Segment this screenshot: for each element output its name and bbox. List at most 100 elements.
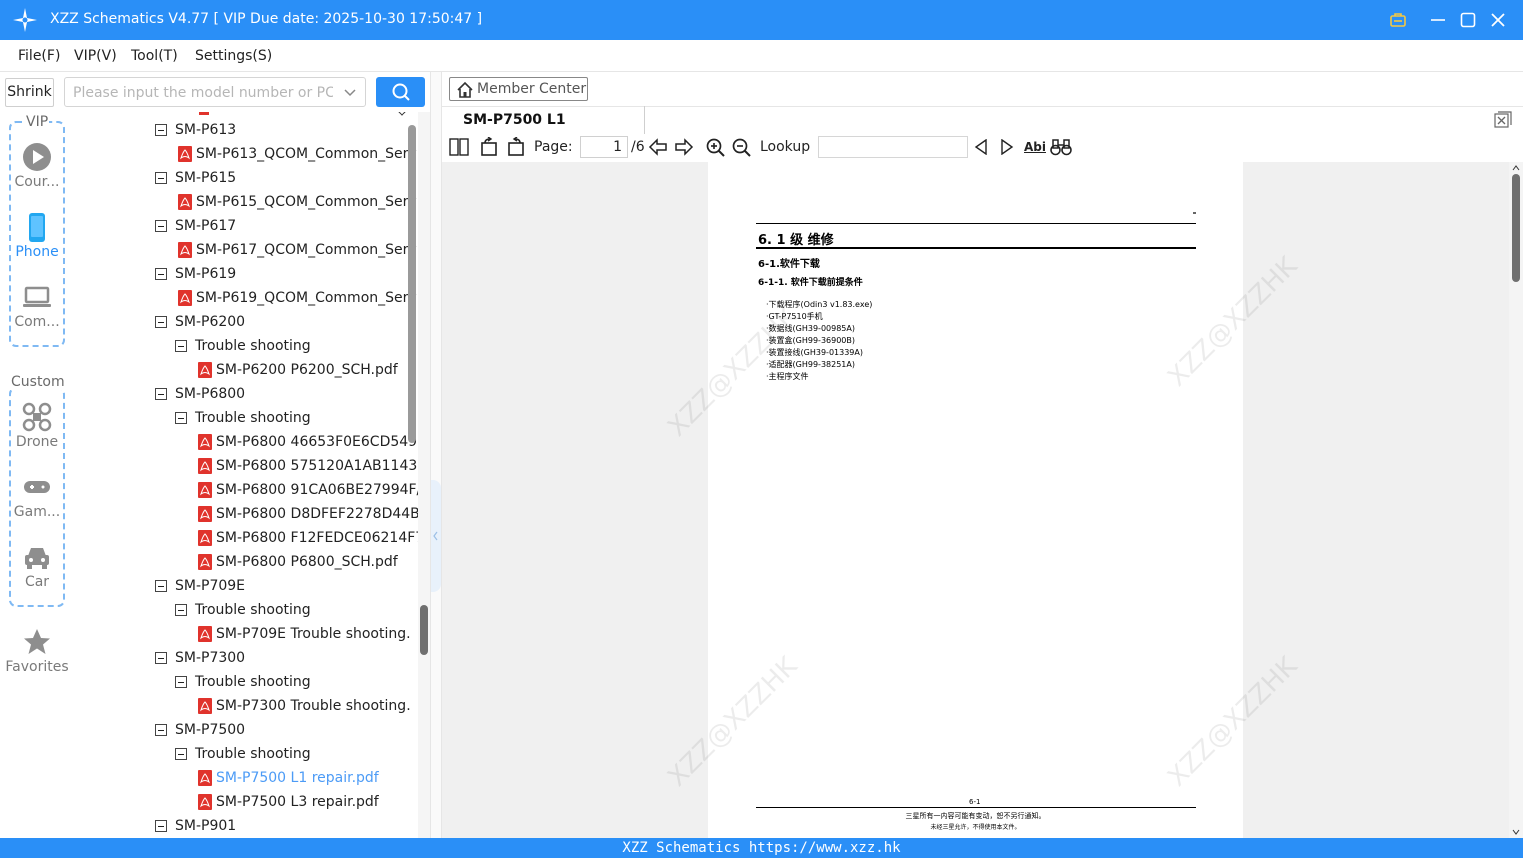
tree-file-item[interactable]: SM-P6800 P6800_SCH.pdf — [74, 550, 408, 574]
tree-file-item[interactable]: SM-P6800 575120A1AB1143 — [74, 454, 417, 478]
menu-settings[interactable]: Settings(S) — [195, 48, 272, 64]
minimize-icon[interactable] — [1427, 9, 1449, 31]
nav-computer[interactable]: Com... — [0, 282, 74, 330]
tree-folder-item[interactable]: Trouble shooting — [74, 334, 408, 358]
collapse-toggle-icon[interactable] — [175, 340, 187, 352]
collapse-toggle-icon[interactable] — [155, 820, 167, 832]
tree-folder-item[interactable]: SM-P619 — [74, 262, 408, 286]
collapse-toggle-icon[interactable] — [155, 172, 167, 184]
menu-vip[interactable]: VIP(V) — [74, 48, 117, 64]
collapse-toggle-icon[interactable] — [175, 676, 187, 688]
tree-scroll-thumb[interactable] — [408, 125, 416, 443]
nav-course-label: Cour... — [14, 174, 60, 190]
two-page-view-icon[interactable] — [449, 138, 469, 156]
close-icon[interactable] — [1487, 9, 1509, 31]
nav-drone[interactable]: Drone — [0, 402, 74, 450]
tree-item-label: SM-P901 — [175, 818, 237, 834]
tree-folder-item[interactable]: Trouble shooting — [74, 742, 408, 766]
scroll-down-icon[interactable] — [1512, 829, 1520, 835]
viewer-scroll-thumb[interactable] — [1512, 174, 1520, 282]
lookup-input[interactable] — [818, 136, 968, 158]
vip-badge-icon[interactable] — [1387, 9, 1409, 31]
collapse-toggle-icon[interactable] — [175, 748, 187, 760]
tree-folder-item[interactable]: SM-P615 — [74, 166, 408, 190]
menu-tool[interactable]: Tool(T) — [131, 48, 178, 64]
pane-splitter[interactable] — [430, 72, 442, 838]
match-case-icon[interactable]: Abi — [1024, 140, 1046, 154]
tree-file-item[interactable]: SM-P7300 Trouble shooting. — [74, 694, 411, 718]
nav-phone[interactable]: Phone — [0, 212, 74, 260]
model-search-input[interactable] — [73, 83, 333, 103]
tree-file-item[interactable]: SM-P709E Trouble shooting. — [74, 622, 411, 646]
tree-folder-item[interactable]: SM-P709E — [74, 574, 408, 598]
zoom-in-icon[interactable] — [706, 138, 725, 157]
nav-game[interactable]: Gam... — [0, 472, 74, 520]
tree-folder-item[interactable]: SM-P7300 — [74, 646, 408, 670]
tree-file-item[interactable]: SM-P6800 91CA06BE27994F/ — [74, 478, 418, 502]
collapse-handle[interactable] — [431, 480, 441, 592]
viewer-scrollbar[interactable] — [1509, 162, 1523, 838]
collapse-toggle-icon[interactable] — [155, 388, 167, 400]
nav-car[interactable]: Car — [0, 542, 74, 590]
pdf-file-icon — [198, 530, 212, 546]
tree-folder-item[interactable]: SM-P901 — [74, 814, 408, 838]
tree-file-item[interactable]: SM-P6800 D8DFEF2278D44B — [74, 502, 418, 526]
section-title: 6. 1 级 维修 — [758, 233, 834, 248]
collapse-toggle-icon[interactable] — [155, 316, 167, 328]
title-bar: XZZ Schematics V4.77 [ VIP Due date: 202… — [0, 0, 1523, 40]
tree-file-item[interactable]: SM-P617_QCOM_Common_Serv — [74, 238, 417, 262]
collapse-toggle-icon[interactable] — [155, 580, 167, 592]
rotate-left-icon[interactable] — [479, 137, 499, 157]
tree-folder-item[interactable]: Trouble shooting — [74, 670, 408, 694]
tree-file-item[interactable]: SM-P615_QCOM_Common_Serv — [74, 190, 417, 214]
nav-course[interactable]: Cour... — [0, 142, 74, 190]
collapse-toggle-icon[interactable] — [155, 124, 167, 136]
menu-file[interactable]: File(F) — [18, 48, 60, 64]
tree-item-label: SM-P7500 L1 repair.pdf — [216, 770, 379, 786]
search-button[interactable] — [376, 77, 425, 107]
tree-file-item[interactable]: SM-P613_QCOM_Common_Serv — [74, 142, 417, 166]
tree-file-item[interactable]: SM-P619_QCOM_Common_Serv — [74, 286, 417, 310]
tree-item-label: SM-P619 — [175, 266, 237, 282]
prev-page-arrow-icon[interactable] — [648, 138, 668, 156]
close-tab-icon[interactable] — [1494, 111, 1512, 129]
tree-folder-item[interactable]: Trouble shooting — [74, 598, 408, 622]
collapse-toggle-icon[interactable] — [155, 652, 167, 664]
member-center-button[interactable]: Member Center — [449, 77, 588, 101]
page-number-input[interactable]: 1 — [580, 136, 628, 158]
tree-folder-item[interactable]: SM-P6200 — [74, 310, 408, 334]
tree-scroll-thumb-secondary[interactable] — [420, 605, 428, 655]
tree-file-item[interactable]: SM-P6800 F12FEDCE06214F7 — [74, 526, 418, 550]
tab-document[interactable]: SM-P7500 L1 repair.pdf — [449, 106, 645, 156]
next-page-arrow-icon[interactable] — [674, 138, 694, 156]
scroll-up-arrow-icon[interactable] — [396, 112, 408, 116]
pdf-viewer[interactable]: 6. 1 级 维修 6-1.软件下载 6-1-1. 软件下载前提条件 ·下载程序… — [442, 162, 1509, 838]
collapse-toggle-icon[interactable] — [155, 220, 167, 232]
tree-file-item[interactable]: SM-P6200 P6200_SCH.pdf — [74, 358, 408, 382]
collapse-toggle-icon[interactable] — [155, 724, 167, 736]
scroll-up-icon[interactable] — [1512, 165, 1520, 171]
binoculars-icon[interactable] — [1050, 138, 1072, 156]
shrink-button[interactable]: Shrink — [5, 78, 54, 107]
tree-file-item[interactable]: SM-P7500 L3 repair.pdf — [74, 790, 408, 814]
zoom-out-icon[interactable] — [732, 138, 751, 157]
model-search-box[interactable] — [64, 77, 366, 107]
tree-file-item[interactable]: SM-P7500 L1 repair.pdf — [74, 766, 408, 790]
maximize-icon[interactable] — [1457, 9, 1479, 31]
collapse-toggle-icon[interactable] — [175, 412, 187, 424]
tree-folder-item[interactable]: Trouble shooting — [74, 406, 408, 430]
tree-folder-item[interactable]: SM-P7500 — [74, 718, 408, 742]
rotate-right-icon[interactable] — [506, 137, 526, 157]
nav-favorites[interactable]: Favorites — [0, 627, 74, 675]
find-next-icon[interactable] — [1000, 139, 1014, 155]
tree-folder-item[interactable]: SM-P613 — [74, 118, 408, 142]
tree-folder-item[interactable]: SM-P6800 — [74, 382, 408, 406]
chevron-down-icon[interactable] — [343, 86, 357, 100]
collapse-toggle-icon[interactable] — [175, 604, 187, 616]
tree-item-label: SM-P6800 — [175, 386, 246, 402]
find-previous-icon[interactable] — [974, 139, 988, 155]
tree-scrollbar[interactable] — [418, 112, 430, 838]
collapse-toggle-icon[interactable] — [155, 268, 167, 280]
tree-file-item[interactable]: SM-P6800 46653F0E6CD549( — [74, 430, 418, 454]
tree-folder-item[interactable]: SM-P617 — [74, 214, 408, 238]
